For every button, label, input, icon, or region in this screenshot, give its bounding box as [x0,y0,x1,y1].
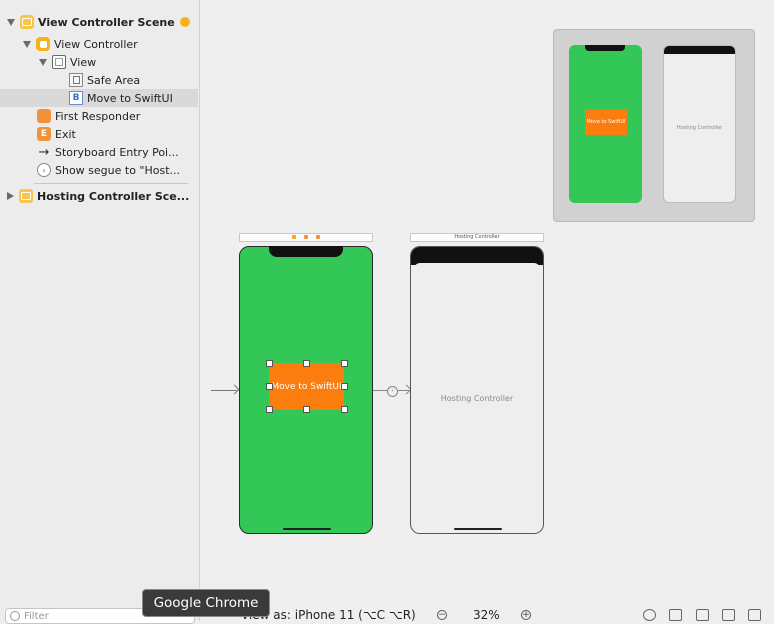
outline-label: View Controller [54,37,138,51]
minimap-hosting-label: Hosting Controller [676,125,723,131]
device-notch [269,246,343,257]
resize-handle[interactable] [303,406,310,413]
safe-area-icon [69,73,83,87]
home-indicator [283,528,331,530]
hosting-controller-scene[interactable]: Hosting Controller [410,246,544,534]
disclosure-open-icon[interactable] [23,40,31,48]
zoom-level: 32% [473,608,500,622]
home-indicator [454,528,502,530]
hosting-controller-label: Hosting Controller [440,394,514,403]
first-responder-icon[interactable] [304,234,308,239]
resize-handle[interactable] [266,383,273,390]
minimap-view-controller: Move to SwiftUI [569,45,642,203]
scene-dock-view-controller[interactable] [239,233,373,242]
segue-icon[interactable]: ‹ [387,386,398,397]
outline-row-storyboard-entry-point[interactable]: → Storyboard Entry Poi... [37,143,179,161]
outline-label: First Responder [55,109,141,123]
outline-row-view-controller-scene[interactable]: View Controller Scene [7,13,175,31]
button-icon: B [69,91,83,105]
exit-icon[interactable] [316,234,320,239]
embed-in-icon[interactable] [748,609,761,621]
outline-label: Show segue to "Host... [55,163,181,177]
disclosure-open-icon[interactable] [39,58,47,66]
exit-icon: E [37,127,51,141]
first-responder-icon [37,109,51,123]
zoom-out-icon[interactable]: − [437,610,447,620]
canvas-bottom-bar: View as: iPhone 11 (⌥C ⌥R) − 32% + [200,606,774,622]
filter-placeholder: Filter [24,610,49,622]
resize-handle[interactable] [341,360,348,367]
view-icon [52,55,66,69]
resize-handle[interactable] [303,360,310,367]
resize-handle[interactable] [341,406,348,413]
view-controller-icon[interactable] [292,234,296,239]
document-outline: View Controller Scene View Controller Vi… [0,0,200,624]
outline-row-exit[interactable]: E Exit [37,125,76,143]
zoom-in-icon[interactable]: + [521,610,531,620]
align-icon[interactable] [669,609,682,621]
outline-label: Exit [55,127,76,141]
outline-divider [34,183,188,184]
outline-label: Safe Area [87,73,141,87]
disclosure-closed-icon[interactable] [7,192,14,200]
minimap-hosting-controller: Hosting Controller [663,45,736,203]
outline-label: Move to SwiftUI [87,91,173,105]
resize-handle[interactable] [266,360,273,367]
minimap-status-bar [664,46,735,54]
outline-label: View [70,55,97,69]
update-frames-icon[interactable] [643,609,656,621]
filter-icon [10,611,20,621]
minimap-notch [585,45,625,51]
resize-handle[interactable] [341,383,348,390]
outline-row-move-to-swiftui[interactable]: B Move to SwiftUI [0,89,198,107]
view-controller-icon [36,37,50,51]
outline-row-first-responder[interactable]: First Responder [37,107,140,125]
add-constraints-icon[interactable] [696,609,709,621]
storyboard-entry-arrow[interactable] [211,390,237,391]
outline-label: Hosting Controller Sce... [37,189,190,203]
outline-row-safe-area[interactable]: Safe Area [69,71,140,89]
scene-icon [20,15,34,29]
minimap-button: Move to SwiftUI [585,109,627,135]
outline-row-view[interactable]: View [39,53,96,71]
outline-label: Storyboard Entry Poi... [55,145,179,159]
outline-label: View Controller Scene [38,15,175,29]
move-to-swiftui-button[interactable]: Move to SwiftUI [269,363,344,410]
disclosure-open-icon[interactable] [7,18,15,26]
segue-icon: ‹ [37,163,51,177]
scene-status-badge[interactable] [180,17,190,27]
outline-row-show-segue[interactable]: ‹ Show segue to "Host... [37,161,180,179]
app-tooltip: Google Chrome [142,589,270,617]
outline-row-view-controller[interactable]: View Controller [23,35,138,53]
resolve-issues-icon[interactable] [722,609,735,621]
outline-row-hosting-controller-scene[interactable]: Hosting Controller Sce... [7,187,189,205]
resize-handle[interactable] [266,406,273,413]
scene-icon [19,189,33,203]
arrow-right-icon: → [38,144,50,160]
canvas-minimap[interactable]: Move to SwiftUI Hosting Controller [553,29,755,222]
scene-dock-hosting-controller[interactable]: Hosting Controller [410,233,544,242]
